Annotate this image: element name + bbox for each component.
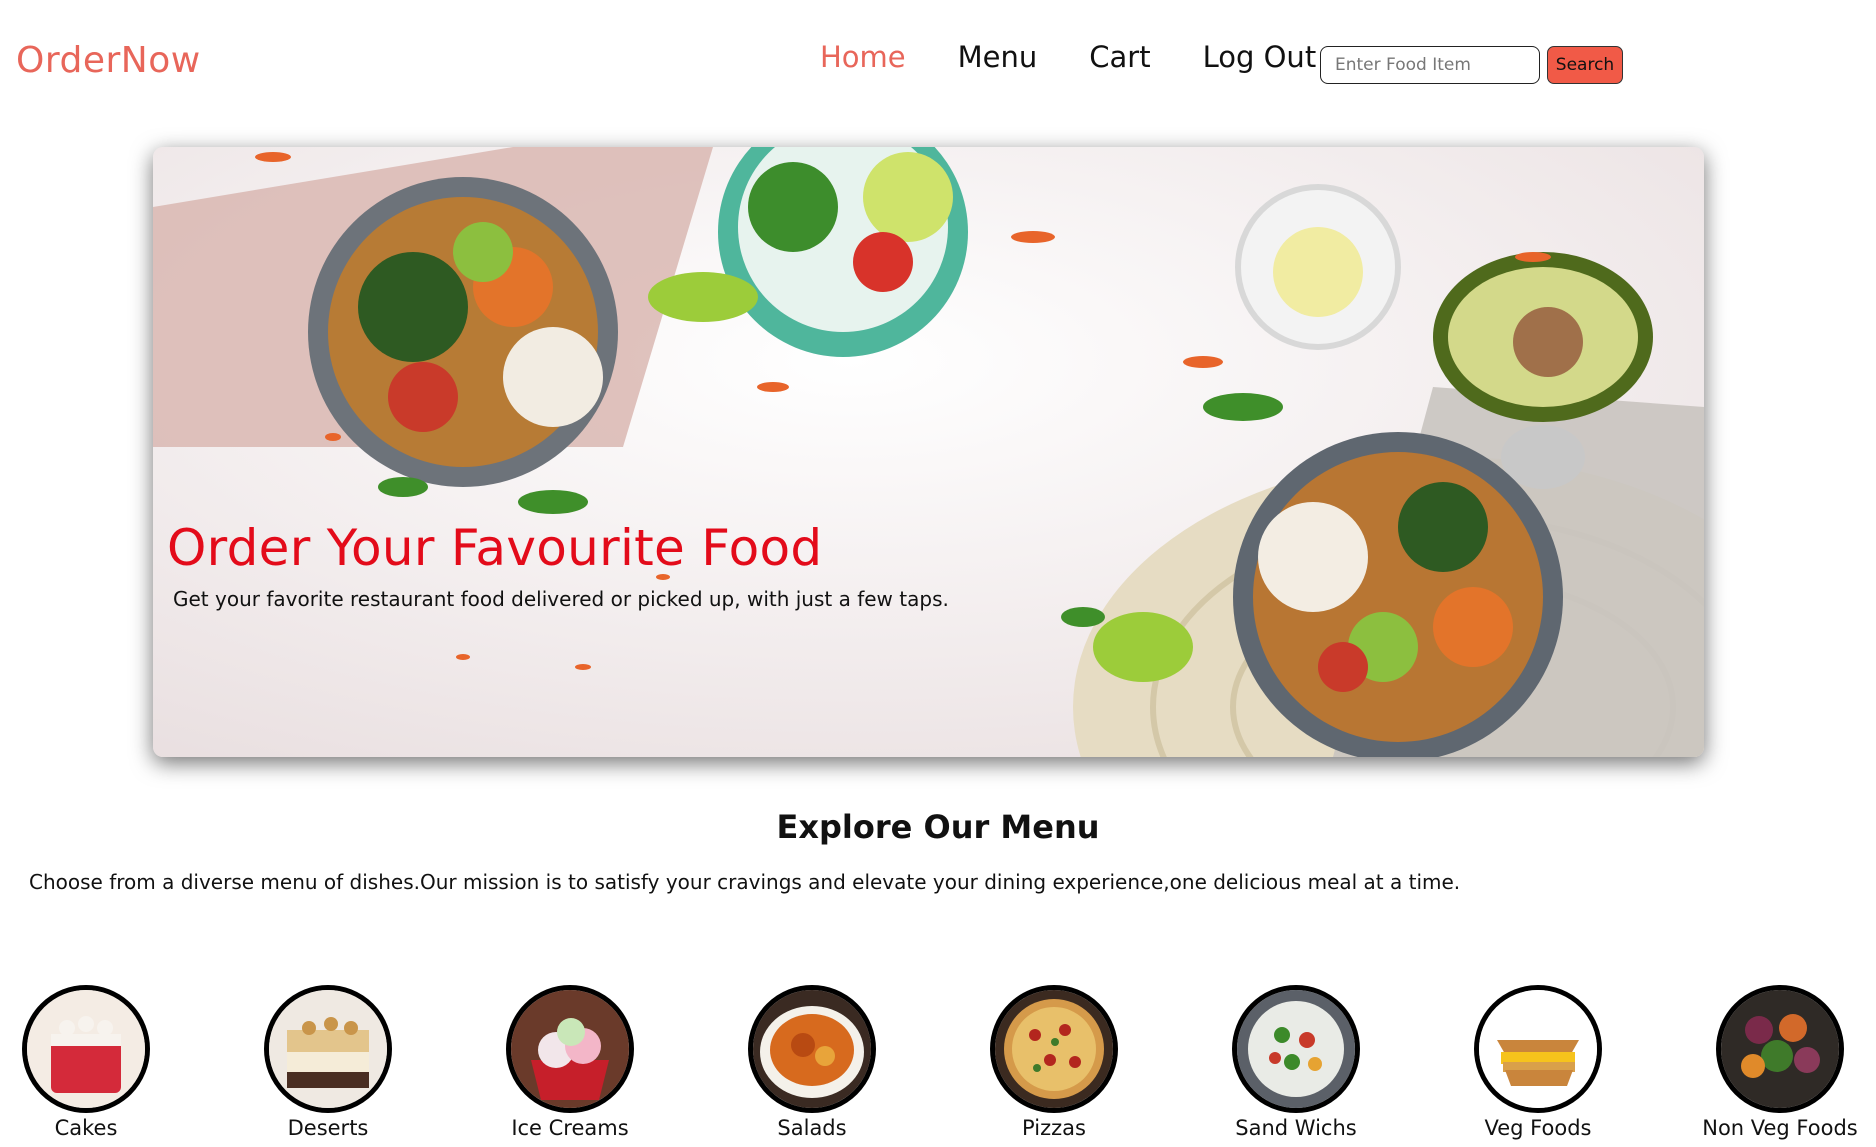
category-pizzas[interactable]: Pizzas: [964, 985, 1144, 1140]
explore-description: Choose from a diverse menu of dishes.Our…: [29, 870, 1461, 894]
salad-image: [748, 985, 876, 1113]
main-nav: Home Menu Cart Log Out: [820, 40, 1368, 74]
cake-image: [22, 985, 150, 1113]
category-non-veg-foods[interactable]: Non Veg Foods: [1690, 985, 1870, 1140]
dessert-image: [264, 985, 392, 1113]
category-label: Non Veg Foods: [1702, 1116, 1858, 1140]
category-ice-creams[interactable]: Ice Creams: [480, 985, 660, 1140]
category-label: Deserts: [287, 1116, 369, 1140]
category-deserts[interactable]: Deserts: [238, 985, 418, 1140]
category-sandwiches[interactable]: Sand Wichs: [1206, 985, 1386, 1140]
category-label: Pizzas: [1022, 1116, 1086, 1140]
non-veg-food-image: [1716, 985, 1844, 1113]
nav-menu[interactable]: Menu: [958, 40, 1038, 74]
hero-title: Order Your Favourite Food: [167, 519, 823, 577]
category-label: Sand Wichs: [1235, 1116, 1357, 1140]
hero-food-image: [153, 147, 1704, 757]
search-input[interactable]: [1320, 46, 1540, 84]
hero-subtitle: Get your favorite restaurant food delive…: [173, 587, 949, 611]
category-salads[interactable]: Salads: [722, 985, 902, 1140]
hero-banner: Order Your Favourite Food Get your favor…: [153, 147, 1704, 757]
category-label: Cakes: [54, 1116, 118, 1140]
search-button[interactable]: Search: [1547, 46, 1623, 84]
category-label: Salads: [777, 1116, 847, 1140]
category-cakes[interactable]: Cakes: [0, 985, 176, 1140]
category-label: Veg Foods: [1484, 1116, 1592, 1140]
nav-home[interactable]: Home: [820, 40, 906, 74]
ice-cream-image: [506, 985, 634, 1113]
explore-title: Explore Our Menu: [776, 808, 1100, 846]
category-veg-foods[interactable]: Veg Foods: [1448, 985, 1628, 1140]
category-label: Ice Creams: [511, 1116, 629, 1140]
pizza-image: [990, 985, 1118, 1113]
veg-food-image: [1474, 985, 1602, 1113]
nav-cart[interactable]: Cart: [1089, 40, 1150, 74]
sandwich-image: [1232, 985, 1360, 1113]
nav-logout[interactable]: Log Out: [1203, 40, 1317, 74]
brand-logo[interactable]: OrderNow: [16, 40, 201, 81]
